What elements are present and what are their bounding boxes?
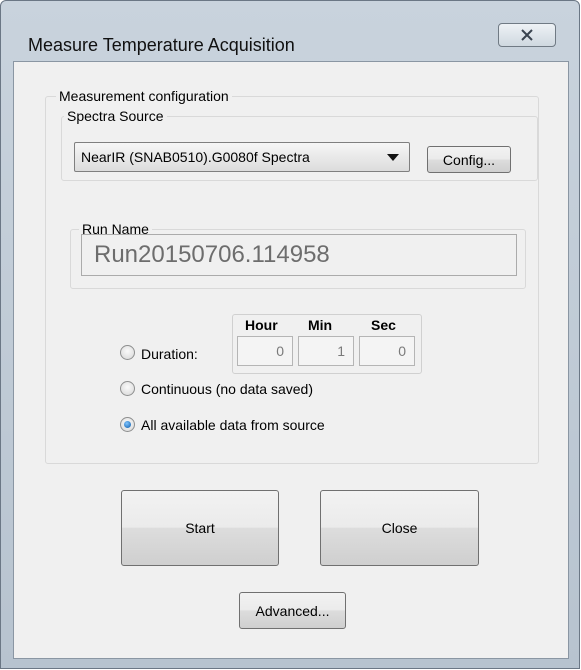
all-available-label: All available data from source xyxy=(141,417,325,433)
advanced-button[interactable]: Advanced... xyxy=(239,592,346,629)
all-available-radio[interactable] xyxy=(120,417,135,432)
duration-hour-field[interactable]: 0 xyxy=(237,336,293,366)
chevron-down-icon xyxy=(387,154,399,161)
spectra-source-select[interactable]: NearIR (SNAB0510).G0080f Spectra xyxy=(74,142,410,172)
measurement-config-label: Measurement configuration xyxy=(56,88,232,104)
close-icon xyxy=(521,29,533,41)
hour-header: Hour xyxy=(245,317,278,333)
dialog-window: Measure Temperature Acquisition Measurem… xyxy=(0,0,580,669)
duration-sec-field[interactable]: 0 xyxy=(359,336,415,366)
duration-min-field[interactable]: 1 xyxy=(298,336,354,366)
start-button[interactable]: Start xyxy=(121,490,279,566)
window-close-button[interactable] xyxy=(498,23,556,47)
spectra-source-value: NearIR (SNAB0510).G0080f Spectra xyxy=(81,149,310,165)
min-header: Min xyxy=(308,317,333,333)
window-title: Measure Temperature Acquisition xyxy=(28,35,295,55)
run-name-field[interactable]: Run20150706.114958 xyxy=(81,234,517,276)
continuous-radio[interactable] xyxy=(120,381,135,396)
dialog-client-area: Measurement configuration Spectra Source… xyxy=(13,61,569,659)
config-button[interactable]: Config... xyxy=(427,146,511,173)
duration-label: Duration: xyxy=(141,346,198,362)
spectra-source-label: Spectra Source xyxy=(64,108,167,124)
close-button[interactable]: Close xyxy=(320,490,479,566)
sec-header: Sec xyxy=(371,317,396,333)
duration-radio[interactable] xyxy=(120,345,135,360)
continuous-label: Continuous (no data saved) xyxy=(141,381,313,397)
